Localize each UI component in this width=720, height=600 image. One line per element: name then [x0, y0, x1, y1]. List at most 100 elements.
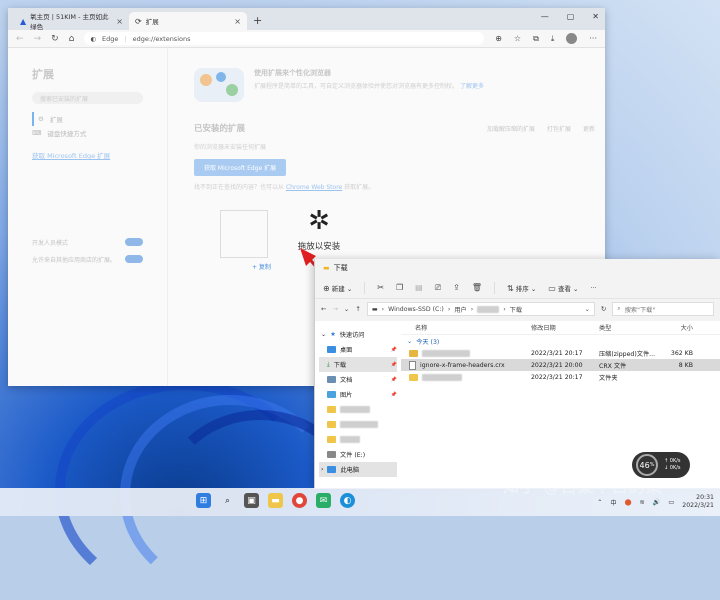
site-label: Edge	[102, 34, 119, 43]
battery-icon[interactable]: ▭	[668, 499, 674, 506]
sort-button[interactable]: ⇅ 排序 ⌄	[507, 283, 536, 293]
nav-this-pc[interactable]: › 此电脑	[319, 462, 397, 477]
pack-extension-button[interactable]: 打包扩展	[547, 124, 571, 133]
path-dropdown-icon[interactable]: ⌄	[585, 306, 590, 313]
explorer-title: 下载	[333, 264, 348, 272]
up-icon[interactable]: ↑	[355, 305, 360, 313]
reading-view-icon[interactable]: ⊕	[495, 34, 502, 43]
learn-more-link[interactable]: 了解更多	[460, 83, 484, 90]
more-menu-icon[interactable]: ···	[589, 34, 597, 43]
blurred-filename	[422, 349, 470, 357]
new-label: 新建	[331, 284, 345, 293]
nav-documents[interactable]: 文档 📌	[319, 372, 397, 387]
nav-quick-access[interactable]: ⌄ ★ 快速访问	[319, 327, 397, 342]
copy-icon[interactable]: ❐	[396, 283, 403, 292]
refresh-icon[interactable]: ↻	[51, 34, 59, 44]
other-stores-row: 允许来自其他应用商店的扩展。	[32, 255, 143, 264]
nav-drive-e[interactable]: 文件 (E:)	[319, 447, 397, 462]
nav-downloads[interactable]: ⤓ 下载 📌	[319, 357, 397, 372]
url-box[interactable]: ◐ Edge | edge://extensions	[84, 32, 485, 45]
downloads-icon[interactable]: ⤓	[551, 34, 555, 44]
recent-icon[interactable]: ⌄	[344, 305, 349, 313]
folder-icon	[327, 436, 336, 443]
search-icon[interactable]: ⌕	[220, 493, 235, 508]
chrome-store-link[interactable]: Chrome Web Store	[286, 184, 342, 191]
nav-desktop[interactable]: 桌面 📌	[319, 342, 397, 357]
other-stores-toggle[interactable]	[125, 255, 143, 263]
edge-icon[interactable]: ◐	[340, 493, 355, 508]
file-row-selected[interactable]: ignore-x-frame-headers.crx 2022/3/21 20:…	[401, 359, 720, 371]
file-type: 压缩(zipped)文件...	[599, 350, 656, 358]
drop-to-install-zone[interactable]: ✲ 拖放以安装	[284, 206, 354, 252]
get-extensions-button[interactable]: 获取 Microsoft Edge 扩展	[194, 159, 287, 176]
wechat-icon[interactable]: ✉	[316, 493, 331, 508]
nav-pictures[interactable]: 图片 📌	[319, 387, 397, 402]
tray-overflow-icon[interactable]: ⌃	[597, 499, 602, 506]
upload-rate: ↑ 0K/s	[664, 458, 681, 464]
file-row[interactable]: 2022/3/21 20:17 压缩(zipped)文件... 362 KB	[401, 347, 720, 359]
store-link[interactable]: 获取 Microsoft Edge 扩展	[32, 150, 143, 160]
file-row[interactable]: 2022/3/21 20:17 文件夹	[401, 371, 720, 383]
profile-avatar[interactable]	[566, 33, 578, 44]
close-window-icon[interactable]: ✕	[592, 12, 599, 21]
file-explorer-icon[interactable]: ▬	[268, 493, 283, 508]
installed-actions: 加载解压缩的扩展 打包扩展 更新	[487, 124, 595, 133]
forward-icon[interactable]: →	[332, 305, 337, 313]
collections-icon[interactable]: ⧉	[533, 34, 539, 44]
explorer-search-input[interactable]: ⌕ 搜索"下载"	[612, 302, 714, 316]
nav-label: 此电脑	[340, 467, 360, 474]
wifi-icon[interactable]: ≋	[640, 499, 645, 506]
group-today[interactable]: ⌄ 今天 (3)	[401, 335, 720, 347]
paste-icon[interactable]: ▤	[415, 283, 423, 292]
nav-blurred-1[interactable]	[319, 402, 397, 417]
refresh-icon[interactable]: ↻	[601, 305, 606, 313]
favorites-icon[interactable]: ☆	[514, 34, 521, 43]
sidebar-title: 扩展	[32, 68, 54, 81]
minimize-icon[interactable]: —	[541, 12, 549, 21]
task-view-icon[interactable]: ▣	[244, 493, 259, 508]
back-icon[interactable]: ←	[16, 34, 24, 44]
view-icon: ▭	[548, 283, 556, 293]
explorer-command-bar: ⊕ 新建 ⌄ ✂ ❐ ▤ ⎚ ⇪ 🗑 ⇅ 排序 ⌄ ▭ 查看 ⌄ ···	[315, 277, 720, 299]
app-tray-icon[interactable]: ⬤	[625, 499, 632, 506]
chrome-icon[interactable]: ●	[292, 493, 307, 508]
path-box[interactable]: ▬ › Windows-SSD (C:) › 用户 › › 下载 ⌄	[366, 302, 595, 316]
cut-icon[interactable]: ✂	[377, 283, 384, 292]
start-icon[interactable]: ⊞	[196, 493, 211, 508]
new-tab-button[interactable]: +	[247, 14, 268, 30]
close-tab-icon[interactable]: ×	[234, 17, 241, 26]
path-username-blurred	[477, 305, 500, 313]
network-speed-widget[interactable]: 46% ↑ 0K/s ↓ 0K/s	[632, 452, 690, 478]
share-icon[interactable]: ⇪	[453, 283, 460, 292]
tab-home[interactable]: ▲ 氧主页 | 51KIM - 主页如此绿色 ×	[14, 12, 129, 31]
volume-icon[interactable]: 🔊	[653, 498, 661, 506]
folder-icon	[327, 421, 336, 428]
back-icon[interactable]: ←	[321, 305, 326, 313]
more-button[interactable]: ···	[590, 284, 596, 292]
view-button[interactable]: ▭ 查看 ⌄	[548, 283, 578, 293]
maximize-icon[interactable]: ▢	[567, 12, 575, 21]
dev-mode-toggle[interactable]	[125, 238, 143, 246]
column-size[interactable]: 大小	[659, 323, 693, 332]
column-date[interactable]: 修改日期	[531, 323, 599, 332]
sidebar-item-extensions[interactable]: ⚙ 扩展	[32, 112, 143, 126]
extensions-search-input[interactable]: 搜索已安装的扩展	[32, 92, 143, 104]
sidebar-item-shortcuts[interactable]: ⌨ 键盘快捷方式	[32, 126, 143, 140]
nav-blurred-3[interactable]	[319, 432, 397, 447]
update-button[interactable]: 更新	[583, 124, 595, 133]
explorer-title-bar: ▬ 下载	[315, 259, 720, 277]
new-icon: ⊕	[323, 283, 330, 293]
ime-indicator[interactable]: 中	[610, 498, 616, 507]
column-name[interactable]: 名称	[401, 323, 531, 332]
new-button[interactable]: ⊕ 新建 ⌄	[323, 283, 352, 293]
nav-blurred-2[interactable]	[319, 417, 397, 432]
tab-extensions[interactable]: ⟳ 扩展 ×	[129, 12, 247, 30]
close-tab-icon[interactable]: ×	[116, 17, 123, 26]
forward-icon[interactable]: →	[34, 34, 42, 44]
load-unpacked-button[interactable]: 加载解压缩的扩展	[487, 124, 535, 133]
column-type[interactable]: 类型	[599, 323, 659, 332]
home-icon[interactable]: ⌂	[69, 34, 75, 44]
rename-icon[interactable]: ⎚	[435, 283, 441, 293]
delete-icon[interactable]: 🗑	[472, 283, 482, 292]
clock[interactable]: 20:31 2022/3/21	[682, 494, 714, 510]
